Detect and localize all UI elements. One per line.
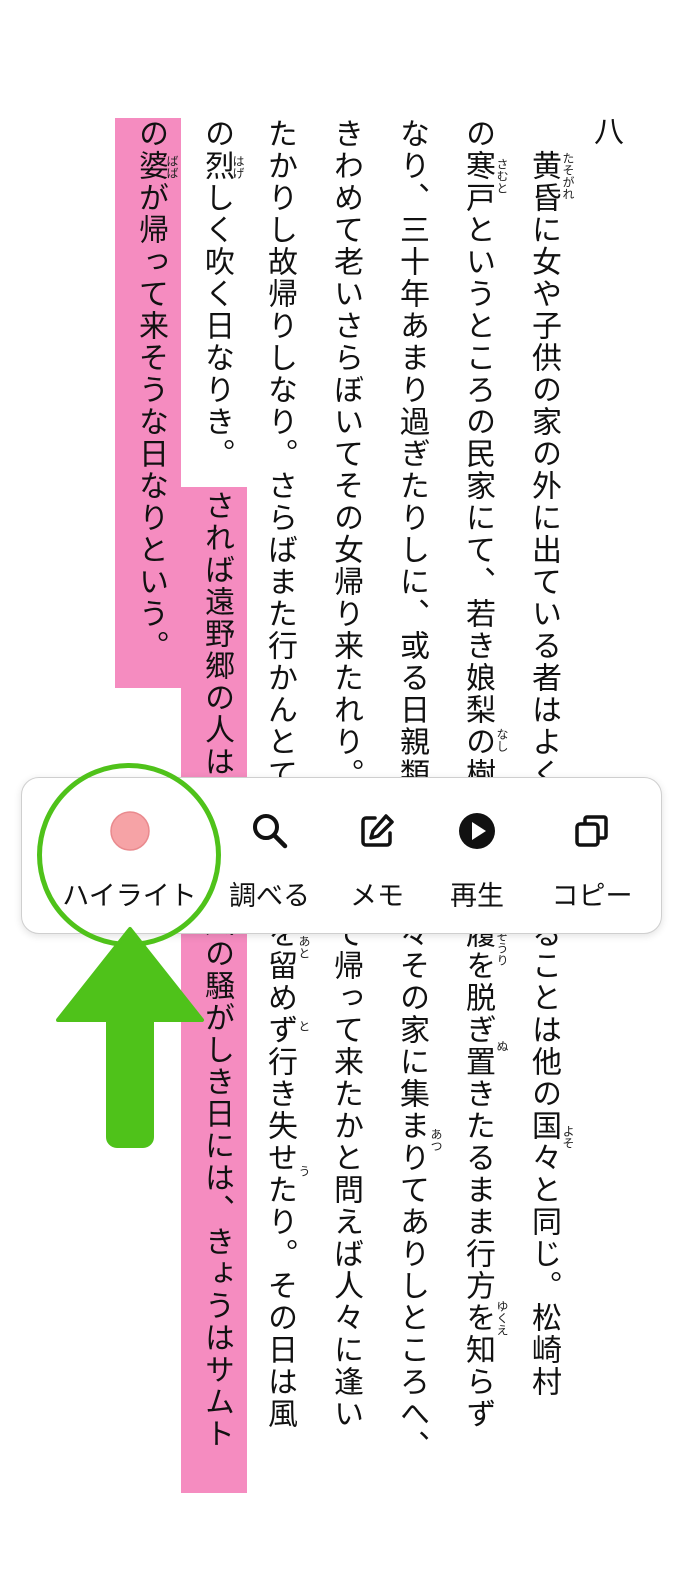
- reader-page: 八 黄昏に女や子供の家の外に出ている者はよくかくさるることは他の国々と同じ。松崎…: [0, 0, 700, 1577]
- play-button[interactable]: 再生: [427, 778, 527, 933]
- ruby-baba: ばば: [165, 155, 179, 179]
- ruby-zouri: ぞうり: [495, 930, 509, 966]
- ruby-nu: ぬ: [495, 1040, 509, 1052]
- ruby-yukue: ゆくえ: [495, 1300, 509, 1336]
- memo-button[interactable]: メモ: [327, 778, 427, 933]
- copy-button[interactable]: コピー: [532, 778, 652, 933]
- ruby-hage: はげ: [231, 155, 245, 179]
- chapter-number: 八: [594, 115, 624, 150]
- copy-label: コピー: [551, 881, 633, 912]
- ruby-u: う: [297, 1165, 311, 1177]
- annotation-arrow-icon: [56, 927, 204, 1148]
- play-icon: [457, 811, 497, 851]
- ruby-atsu: あつ: [429, 1128, 443, 1152]
- lookup-button[interactable]: 調べる: [217, 778, 322, 933]
- ruby-samuto: さむと: [495, 158, 509, 194]
- memo-label: メモ: [350, 881, 404, 912]
- ruby-tasogare: たそがれ: [561, 152, 575, 200]
- text-column-6a[interactable]: の烈しく吹く日なりき。: [196, 118, 236, 478]
- ruby-to: と: [297, 1020, 311, 1032]
- copy-icon: [572, 811, 612, 851]
- ruby-yoso: よそ: [561, 1125, 575, 1149]
- search-icon: [250, 811, 290, 851]
- play-label: 再生: [450, 881, 504, 912]
- text-column-7[interactable]: の婆が帰って来そうな日なりという。: [130, 118, 170, 688]
- memo-edit-icon: [357, 811, 397, 851]
- lookup-label: 調べる: [229, 881, 310, 912]
- ruby-ato: あと: [297, 935, 311, 959]
- annotation-circle: [37, 763, 221, 947]
- ruby-nashi: なし: [495, 728, 509, 752]
